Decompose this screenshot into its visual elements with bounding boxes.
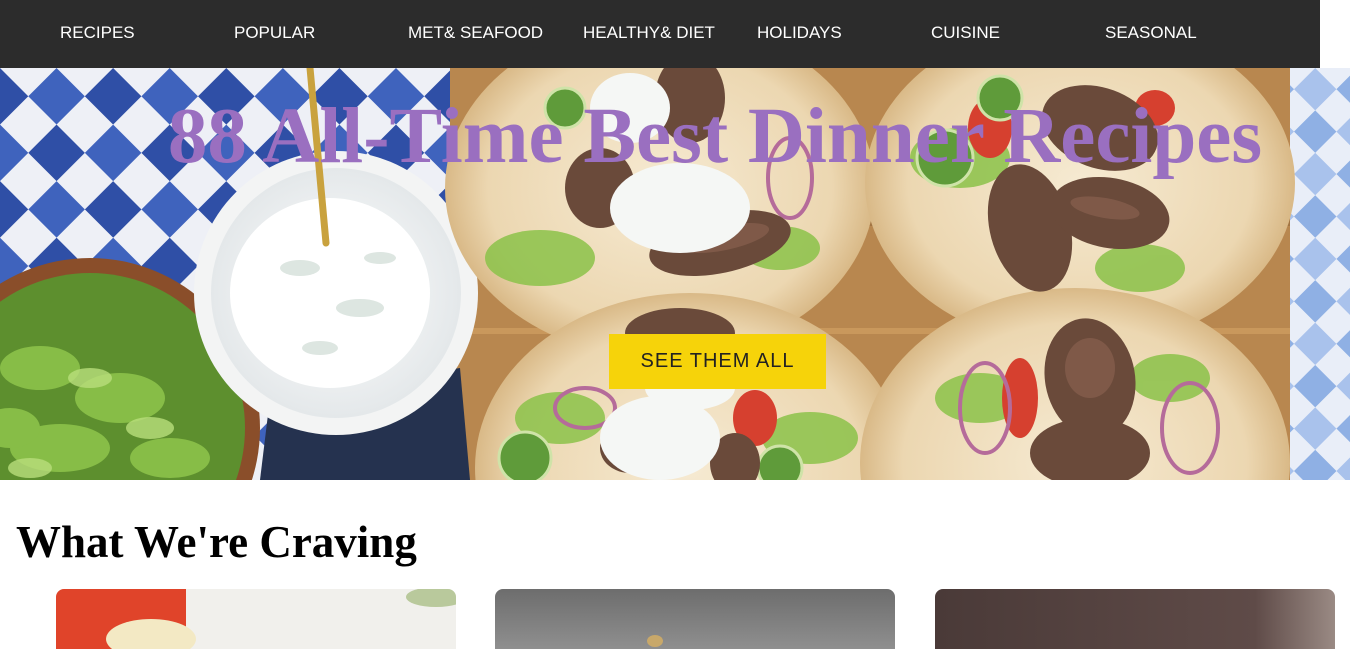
hero-banner: 88 All-Time Best Dinner Recipes SEE THEM… xyxy=(0,68,1350,480)
recipe-card-image xyxy=(935,589,1335,649)
recipe-card-image xyxy=(495,589,895,649)
recipe-card[interactable] xyxy=(495,589,895,649)
nav-item-cuisine[interactable]: CUISINE xyxy=(931,0,1000,68)
section-heading: What We're Craving xyxy=(16,517,417,567)
hero-title: 88 All-Time Best Dinner Recipes xyxy=(167,93,1263,180)
see-them-all-button[interactable]: SEE THEM ALL xyxy=(609,334,826,389)
recipe-card-image xyxy=(56,589,456,649)
nav-item-recipes[interactable]: RECIPES xyxy=(60,0,135,68)
nav-item-popular[interactable]: POPULAR xyxy=(234,0,315,68)
top-nav: RECIPES POPULAR MET& SEAFOOD HEALTHY& DI… xyxy=(0,0,1320,68)
nav-item-healthy-diet[interactable]: HEALTHY& DIET xyxy=(583,0,715,68)
nav-item-meat-seafood[interactable]: MET& SEAFOOD xyxy=(408,0,543,68)
recipe-card[interactable] xyxy=(935,589,1335,649)
nav-item-seasonal[interactable]: SEASONAL xyxy=(1105,0,1197,68)
recipe-card[interactable] xyxy=(56,589,456,649)
nav-item-holidays[interactable]: HOLIDAYS xyxy=(757,0,842,68)
